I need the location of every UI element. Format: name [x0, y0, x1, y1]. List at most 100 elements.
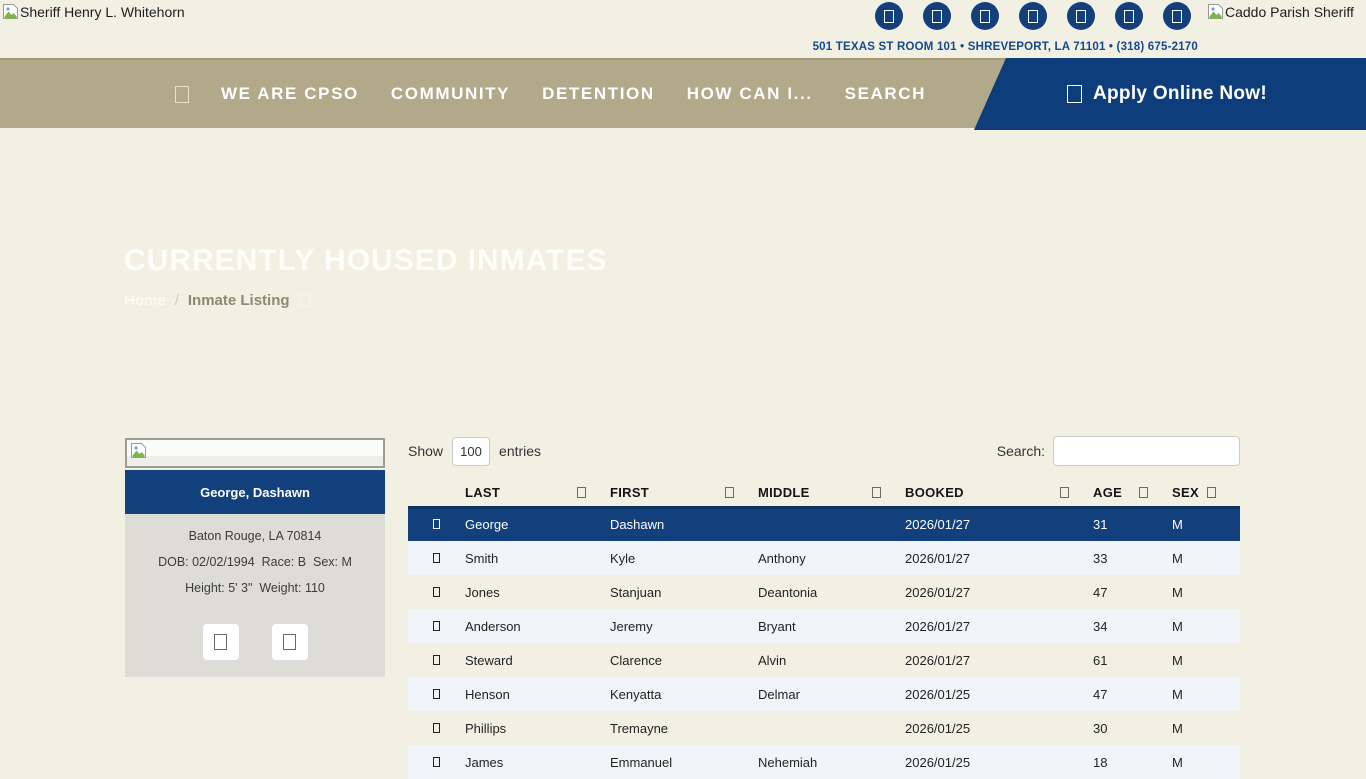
social-icon-4[interactable]: [1019, 2, 1047, 30]
column-label-sex: SEX: [1172, 485, 1199, 500]
cell-age: 47: [1093, 575, 1172, 609]
table-row[interactable]: StewardClarenceAlvin2026/01/2761M: [408, 643, 1240, 677]
breadcrumb-home-link[interactable]: Home: [124, 292, 166, 309]
cell-booked: 2026/01/25: [905, 677, 1093, 711]
card-action-icon-2: [283, 634, 296, 650]
column-label-first: FIRST: [610, 485, 649, 500]
column-header-middle[interactable]: MIDDLE: [758, 479, 905, 507]
social-icon-5[interactable]: [1067, 2, 1095, 30]
inmate-table: LASTFIRST MIDDLEBOOKEDAGESEX GeorgeDashaw…: [408, 479, 1240, 779]
row-expand-icon[interactable]: [433, 621, 440, 631]
main-navigation: WE ARE CPSO COMMUNITY DETENTION HOW CAN I..…: [0, 58, 1366, 128]
column-header-sex[interactable]: SEX: [1172, 479, 1240, 507]
apply-online-button[interactable]: Apply Online Now!: [968, 58, 1366, 130]
entries-length-select[interactable]: 100: [452, 437, 490, 466]
search-group: Search:: [997, 436, 1240, 466]
column-header-age[interactable]: AGE: [1093, 479, 1172, 507]
nav-home-button[interactable]: [175, 86, 189, 103]
inmate-table-panel: Show 100 entries Search: LASTFIRST MIDDLE…: [408, 435, 1240, 779]
social-icon-2[interactable]: [923, 2, 951, 30]
row-expand-cell: [408, 609, 465, 643]
column-header-booked[interactable]: BOOKED: [905, 479, 1093, 507]
cell-last: Jones: [465, 575, 610, 609]
nav-item-we-are-cpso[interactable]: WE ARE CPSO: [221, 84, 359, 104]
broken-image-icon: [2, 3, 19, 20]
nav-item-community[interactable]: COMMUNITY: [391, 84, 510, 104]
table-row[interactable]: HensonKenyattaDelmar2026/01/2547M: [408, 677, 1240, 711]
inmate-card-actions: [131, 624, 379, 660]
table-row[interactable]: AndersonJeremyBryant2026/01/2734M: [408, 609, 1240, 643]
sort-icon-first[interactable]: [725, 487, 734, 498]
sort-icon-age[interactable]: [1139, 487, 1148, 498]
nav-item-detention[interactable]: DETENTION: [542, 84, 655, 104]
cell-age: 30: [1093, 711, 1172, 745]
row-expand-cell: [408, 711, 465, 745]
cell-middle: [758, 507, 905, 541]
table-row[interactable]: JamesEmmanuelNehemiah2026/01/2518M: [408, 745, 1240, 779]
cell-middle: Anthony: [758, 541, 905, 575]
social-icon-2-glyph: [932, 10, 942, 23]
cell-booked: 2026/01/25: [905, 711, 1093, 745]
row-expand-icon[interactable]: [433, 723, 440, 733]
social-icon-3-glyph: [980, 10, 990, 23]
cell-age: 33: [1093, 541, 1172, 575]
social-icon-7-glyph: [1172, 10, 1182, 23]
table-row[interactable]: PhillipsTremayne2026/01/2530M: [408, 711, 1240, 745]
sheriff-logo-broken-image[interactable]: Sheriff Henry L. Whitehorn: [2, 3, 185, 20]
social-icon-1-glyph: [884, 10, 894, 23]
breadcrumb-icon: [299, 294, 310, 307]
table-row[interactable]: JonesStanjuanDeantonia2026/01/2747M: [408, 575, 1240, 609]
social-icon-1[interactable]: [875, 2, 903, 30]
nav-item-search[interactable]: SEARCH: [845, 84, 926, 104]
cell-sex: M: [1172, 711, 1240, 745]
nav-item-how-can-i[interactable]: HOW CAN I...: [687, 84, 813, 104]
row-expand-icon[interactable]: [433, 689, 440, 699]
breadcrumb-separator: /: [175, 292, 179, 309]
sort-icon-sex[interactable]: [1207, 487, 1216, 498]
sort-icon-middle[interactable]: [872, 487, 881, 498]
row-expand-icon[interactable]: [433, 655, 440, 665]
cell-age: 61: [1093, 643, 1172, 677]
card-action-button-1[interactable]: [203, 624, 239, 660]
breadcrumb: Home / Inmate Listing: [124, 292, 310, 309]
cell-first: Emmanuel: [610, 745, 758, 779]
table-row[interactable]: SmithKyleAnthony2026/01/2733M: [408, 541, 1240, 575]
table-row[interactable]: GeorgeDashawn2026/01/2731M: [408, 507, 1240, 541]
inmate-name: George, Dashawn: [125, 470, 385, 514]
cell-first: Clarence: [610, 643, 758, 677]
show-label: Show: [408, 443, 443, 459]
apply-online-label: Apply Online Now!: [1093, 83, 1267, 105]
cell-first: Jeremy: [610, 609, 758, 643]
social-icon-3[interactable]: [971, 2, 999, 30]
row-expand-cell: [408, 677, 465, 711]
caddo-parish-logo-broken-image[interactable]: Caddo Parish Sheriff: [1207, 3, 1354, 20]
top-header: Sheriff Henry L. Whitehorn Caddo Parish …: [0, 0, 1366, 58]
sort-icon-last[interactable]: [577, 487, 586, 498]
search-input[interactable]: [1053, 436, 1240, 466]
cell-sex: M: [1172, 507, 1240, 541]
cell-middle: Alvin: [758, 643, 905, 677]
social-icon-7[interactable]: [1163, 2, 1191, 30]
row-expand-icon[interactable]: [433, 553, 440, 563]
cell-last: Phillips: [465, 711, 610, 745]
row-expand-icon[interactable]: [433, 519, 440, 529]
cell-sex: M: [1172, 541, 1240, 575]
social-icon-6[interactable]: [1115, 2, 1143, 30]
cell-age: 47: [1093, 677, 1172, 711]
cell-middle: Delmar: [758, 677, 905, 711]
column-header-last[interactable]: LAST: [465, 479, 610, 507]
row-expand-icon[interactable]: [433, 587, 440, 597]
row-expand-icon[interactable]: [433, 757, 440, 767]
inmate-photo-broken-image: [125, 438, 385, 468]
column-header-first[interactable]: FIRST: [610, 479, 758, 507]
social-icon-5-glyph: [1076, 10, 1086, 23]
entries-label: entries: [499, 443, 541, 459]
apply-edit-icon: [1067, 85, 1082, 103]
card-action-button-2[interactable]: [272, 624, 308, 660]
row-expand-cell: [408, 507, 465, 541]
cell-booked: 2026/01/27: [905, 507, 1093, 541]
cell-middle: Nehemiah: [758, 745, 905, 779]
sort-icon-booked[interactable]: [1060, 487, 1069, 498]
cell-first: Kyle: [610, 541, 758, 575]
cell-booked: 2026/01/27: [905, 575, 1093, 609]
